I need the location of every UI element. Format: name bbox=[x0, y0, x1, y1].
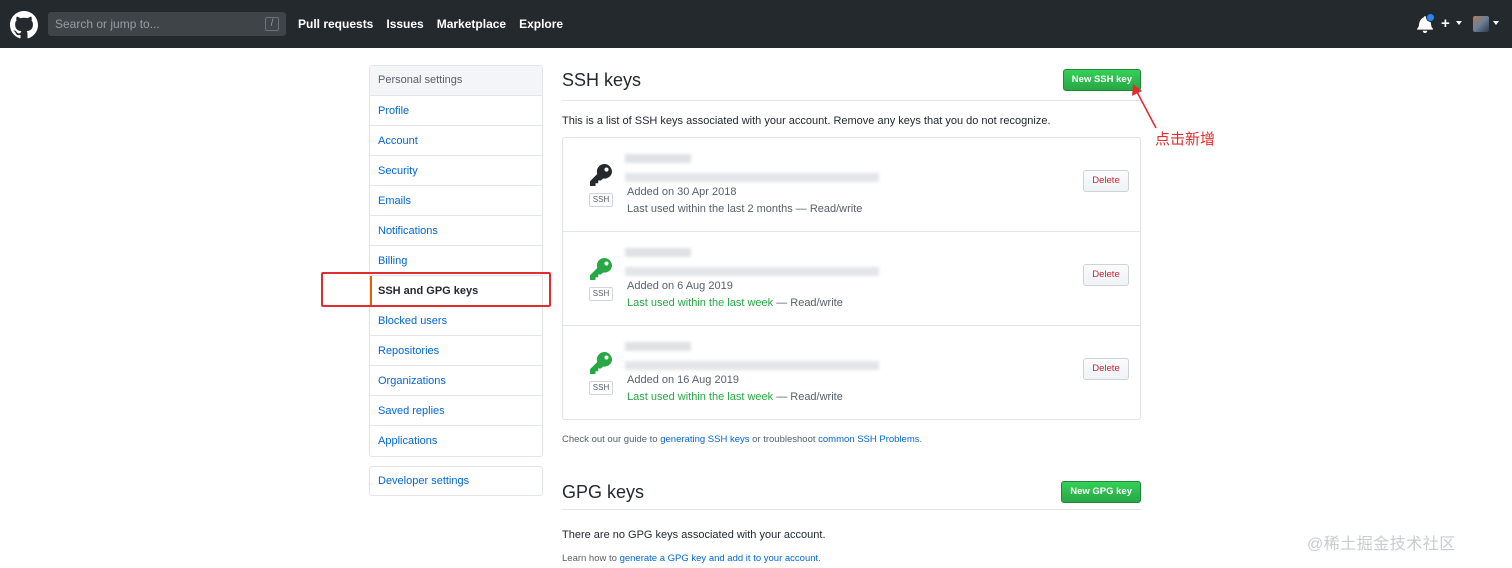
new-ssh-key-button[interactable]: New SSH key bbox=[1062, 69, 1141, 91]
key-added-date: Added on 16 Aug 2019 bbox=[627, 374, 739, 386]
key-added-date: Added on 6 Aug 2019 bbox=[627, 280, 733, 292]
gpg-section-title: GPG keys bbox=[562, 482, 645, 502]
redacted-key-title bbox=[625, 342, 691, 351]
key-icon-shape bbox=[590, 258, 612, 280]
redacted-fingerprint bbox=[625, 361, 879, 370]
settings-sidebar: Personal settings Profile Account Securi… bbox=[369, 65, 543, 457]
search-input[interactable] bbox=[49, 13, 259, 35]
sidebar-title: Personal settings bbox=[370, 66, 542, 96]
guide-middle: or troubleshoot bbox=[749, 434, 819, 445]
sidebar-item-repositories[interactable]: Repositories bbox=[370, 336, 542, 366]
sidebar-item-billing[interactable]: Billing bbox=[370, 246, 542, 276]
key-last-used: Last used within the last week — Read/wr… bbox=[627, 297, 843, 309]
top-header: / Pull requests Issues Marketplace Explo… bbox=[0, 0, 1512, 48]
ssh-key-row: SSH Added on 16 Aug 2019 Last used withi… bbox=[563, 326, 1140, 420]
sidebar-item-emails[interactable]: Emails bbox=[370, 186, 542, 216]
sidebar-item-notifications[interactable]: Notifications bbox=[370, 216, 542, 246]
key-last-used: Last used within the last week — Read/wr… bbox=[627, 391, 843, 403]
header-nav: Pull requests Issues Marketplace Explore bbox=[298, 0, 576, 48]
sidebar-item-account[interactable]: Account bbox=[370, 126, 542, 156]
sidebar-item-applications[interactable]: Applications bbox=[370, 426, 542, 456]
ssh-badge: SSH bbox=[589, 193, 613, 207]
chevron-down-icon[interactable] bbox=[1493, 21, 1499, 25]
redacted-fingerprint bbox=[625, 173, 879, 182]
key-icon-shape bbox=[590, 352, 612, 374]
github-logo-icon[interactable] bbox=[10, 11, 38, 39]
ssh-key-row: SSH Added on 30 Apr 2018 Last used withi… bbox=[563, 138, 1140, 232]
avatar[interactable] bbox=[1473, 16, 1489, 32]
key-last-used-period: Last used within the last week bbox=[627, 297, 774, 309]
sidebar-item-blocked-users[interactable]: Blocked users bbox=[370, 306, 542, 336]
sidebar-item-saved-replies[interactable]: Saved replies bbox=[370, 396, 542, 426]
nav-explore[interactable]: Explore bbox=[519, 17, 563, 31]
gpg-empty-text: There are no GPG keys associated with yo… bbox=[562, 529, 826, 541]
ssh-key-list: SSH Added on 30 Apr 2018 Last used withi… bbox=[562, 137, 1141, 420]
delete-key-button[interactable]: Delete bbox=[1083, 170, 1129, 192]
redacted-fingerprint bbox=[625, 267, 879, 276]
gpg-learn-suffix: . bbox=[818, 553, 821, 564]
gpg-section-header: GPG keys New GPG key bbox=[562, 478, 1141, 510]
key-access-level: — Read/write bbox=[792, 203, 863, 215]
annotation-label: 点击新增 bbox=[1155, 131, 1216, 148]
key-access-level: — Read/write bbox=[773, 391, 843, 403]
key-last-used: Last used within the last 2 months — Rea… bbox=[627, 203, 862, 215]
search-shortcut-key: / bbox=[265, 17, 279, 31]
key-added-date: Added on 30 Apr 2018 bbox=[627, 186, 737, 198]
common-ssh-problems-link[interactable]: common SSH Problems bbox=[818, 434, 919, 445]
sidebar-item-ssh-gpg-keys[interactable]: SSH and GPG keys bbox=[370, 276, 542, 306]
ssh-section-title: SSH keys bbox=[562, 70, 642, 90]
generate-gpg-key-link[interactable]: generate a GPG key and add it to your ac… bbox=[620, 553, 819, 564]
key-icon bbox=[590, 352, 612, 374]
key-icon bbox=[590, 164, 612, 186]
sidebar-item-profile[interactable]: Profile bbox=[370, 96, 542, 126]
key-access-level: — Read/write bbox=[773, 297, 843, 309]
sidebar-item-developer-settings[interactable]: Developer settings bbox=[369, 466, 543, 496]
key-last-used-period: Last used within the last 2 months bbox=[627, 203, 793, 215]
redacted-key-title bbox=[625, 248, 691, 257]
watermark: @稀土掘金技术社区 bbox=[1307, 536, 1456, 553]
ssh-intro-text: This is a list of SSH keys associated wi… bbox=[562, 115, 1051, 127]
delete-key-button[interactable]: Delete bbox=[1083, 264, 1129, 286]
gpg-learn-prefix: Learn how to bbox=[562, 553, 620, 564]
gpg-learn-text: Learn how to generate a GPG key and add … bbox=[562, 553, 821, 564]
ssh-guide-text: Check out our guide to generating SSH ke… bbox=[562, 434, 922, 445]
sidebar-item-security[interactable]: Security bbox=[370, 156, 542, 186]
ssh-section-header: SSH keys New SSH key bbox=[562, 66, 1141, 101]
ssh-badge: SSH bbox=[589, 381, 613, 395]
sidebar-item-organizations[interactable]: Organizations bbox=[370, 366, 542, 396]
ssh-key-row: SSH Added on 6 Aug 2019 Last used within… bbox=[563, 232, 1140, 326]
search-box[interactable]: / bbox=[48, 12, 286, 36]
new-gpg-key-button[interactable]: New GPG key bbox=[1061, 481, 1141, 503]
key-icon bbox=[590, 258, 612, 280]
key-icon-shape bbox=[590, 164, 612, 186]
guide-suffix: . bbox=[919, 434, 923, 445]
nav-issues[interactable]: Issues bbox=[386, 17, 423, 31]
delete-key-button[interactable]: Delete bbox=[1083, 358, 1129, 380]
guide-prefix: Check out our guide to bbox=[562, 434, 661, 445]
key-last-used-period: Last used within the last week bbox=[627, 391, 774, 403]
nav-marketplace[interactable]: Marketplace bbox=[437, 17, 506, 31]
redacted-key-title bbox=[625, 154, 691, 163]
nav-pull-requests[interactable]: Pull requests bbox=[298, 17, 373, 31]
plus-icon[interactable]: + bbox=[1441, 15, 1450, 33]
ssh-badge: SSH bbox=[589, 287, 613, 301]
generating-ssh-keys-link[interactable]: generating SSH keys bbox=[660, 434, 749, 445]
chevron-down-icon[interactable] bbox=[1456, 21, 1462, 25]
notification-indicator bbox=[1426, 13, 1435, 22]
